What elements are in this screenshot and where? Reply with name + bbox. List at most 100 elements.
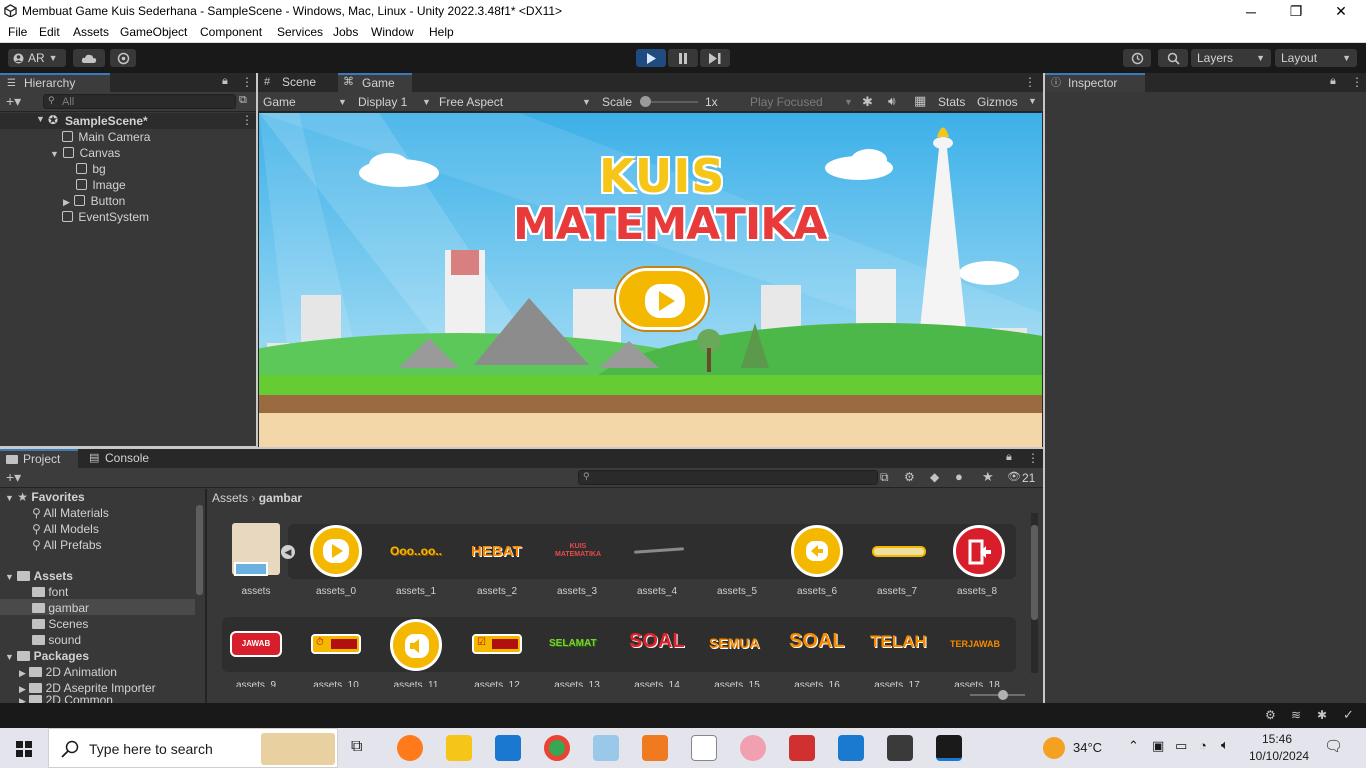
document-icon[interactable] — [691, 735, 717, 761]
collapse-sprites-button[interactable]: ◀ — [281, 545, 295, 559]
app-icon[interactable] — [789, 735, 815, 761]
asset-label[interactable]: assets_8 — [942, 586, 1012, 597]
cache-icon[interactable]: ≋ — [1291, 708, 1301, 722]
app-icon[interactable] — [740, 735, 766, 761]
meet-icon[interactable]: ▣ — [1152, 738, 1164, 754]
more-options-icon[interactable]: ⋮ — [1024, 75, 1036, 89]
more-options-icon[interactable]: ⋮ — [1351, 75, 1363, 89]
add-icon[interactable]: +▾ — [6, 469, 21, 486]
asset-label[interactable]: assets_13 — [542, 680, 612, 687]
chevron-up-icon[interactable]: ⌃ — [1128, 738, 1139, 754]
aspect-dropdown[interactable]: Free Aspect ▼ — [434, 94, 594, 110]
battery-icon[interactable]: ▭ — [1175, 738, 1187, 754]
asset-sound-button-sprite[interactable] — [390, 619, 442, 671]
menu-file[interactable]: File — [8, 25, 27, 39]
play-focused-dropdown[interactable]: Play Focused ▼ — [746, 94, 856, 110]
more-options-icon[interactable]: ⋮ — [241, 75, 253, 89]
menu-jobs[interactable]: Jobs — [333, 25, 358, 39]
layers-dropdown[interactable]: Layers ▼ — [1191, 49, 1271, 67]
mail-icon[interactable] — [495, 735, 521, 761]
asset-label[interactable]: assets_3 — [542, 586, 612, 597]
gizmos-button[interactable]: Gizmos — [977, 95, 1018, 109]
expand-arrow-icon[interactable]: ▶ — [19, 696, 26, 703]
folder-tree-scrollbar[interactable] — [196, 505, 203, 595]
pause-button[interactable] — [668, 49, 698, 67]
minimize-button[interactable]: ─ — [1228, 0, 1274, 23]
asset-label[interactable]: assets_10 — [301, 680, 371, 687]
folder-font[interactable]: font — [32, 585, 68, 599]
bug-icon[interactable]: ✱ — [862, 94, 873, 110]
layout-dropdown[interactable]: Layout ▼ — [1275, 49, 1357, 67]
asset-label[interactable]: assets — [221, 586, 291, 597]
asset-grid-scrollbar[interactable] — [1031, 525, 1038, 620]
asset-label[interactable]: assets_5 — [702, 586, 772, 597]
folder-sound[interactable]: sound — [32, 633, 81, 647]
thumbnail-size-slider-handle[interactable] — [998, 690, 1008, 700]
add-icon[interactable]: +▾ — [6, 93, 21, 110]
filter-type-icon[interactable]: ⚙ — [904, 470, 915, 484]
expand-arrow-icon[interactable]: ▶ — [63, 197, 70, 207]
menu-gameobject[interactable]: GameObject — [120, 25, 187, 39]
tab-hierarchy[interactable]: ☰ Hierarchy — [0, 73, 110, 92]
volume-icon[interactable]: 🔈︎ — [1221, 737, 1229, 753]
unity-hub-icon[interactable] — [887, 735, 913, 761]
package-2d-animation[interactable]: ▶ 2D Animation — [19, 665, 117, 679]
lock-icon[interactable]: 🔒︎ — [1330, 75, 1336, 88]
maximize-button[interactable]: ❐ — [1273, 0, 1319, 23]
hierarchy-item-main-camera[interactable]: Main Camera — [62, 130, 150, 144]
menu-services[interactable]: Services — [277, 25, 323, 39]
favorite-all-models[interactable]: ⚲ All Models — [32, 522, 99, 536]
asset-label[interactable]: assets_0 — [301, 586, 371, 597]
expand-arrow-icon[interactable]: ▶ — [19, 668, 26, 678]
stats-button[interactable]: Stats — [938, 95, 965, 109]
weather-temperature[interactable]: 34°C — [1073, 740, 1102, 755]
firefox-icon[interactable] — [397, 735, 423, 761]
check-icon[interactable]: ✓ — [1343, 707, 1354, 723]
scene-filter-icon[interactable]: ⧉ — [239, 94, 247, 107]
favorite-all-prefabs[interactable]: ⚲ All Prefabs — [32, 538, 102, 552]
asset-label[interactable]: assets_17 — [862, 680, 932, 687]
warning-icon[interactable]: ● — [955, 469, 963, 484]
asset-back-button-sprite[interactable] — [791, 525, 843, 577]
tab-game[interactable]: ⌘ Game — [338, 73, 412, 92]
undo-history-button[interactable] — [1123, 49, 1151, 67]
cloud-button[interactable] — [73, 49, 105, 67]
asset-label[interactable]: assets_11 — [381, 680, 451, 687]
asset-label[interactable]: assets_4 — [622, 586, 692, 597]
game-play-button[interactable] — [616, 268, 708, 330]
tab-project[interactable]: Project — [0, 449, 78, 468]
asset-thumbnail-sheet[interactable] — [226, 520, 284, 582]
project-search-input[interactable]: ⚲ — [578, 470, 878, 485]
expand-arrow-icon[interactable]: ▼ — [5, 572, 14, 582]
asset-label[interactable]: assets_6 — [782, 586, 852, 597]
asset-label[interactable]: assets_7 — [862, 586, 932, 597]
scene-header-row[interactable]: ▼ ✪ SampleScene* ⋮ — [0, 113, 256, 129]
unity-editor-icon[interactable] — [936, 735, 962, 761]
debug-icon[interactable]: ✱ — [1317, 708, 1327, 722]
file-explorer-icon[interactable] — [446, 735, 472, 761]
hierarchy-item-canvas[interactable]: ▼ Canvas — [50, 146, 120, 160]
chrome-icon[interactable] — [544, 735, 570, 761]
asset-label[interactable]: assets_9 — [221, 680, 291, 687]
folder-gambar[interactable]: gambar — [32, 601, 89, 615]
game-mode-dropdown[interactable]: Game ▼ — [260, 94, 347, 110]
asset-score-bar-sprite[interactable]: ☑ — [472, 634, 522, 654]
menu-window[interactable]: Window — [371, 25, 414, 39]
account-dropdown[interactable]: AR ▼ — [8, 49, 66, 67]
search-button[interactable] — [1158, 49, 1188, 67]
hierarchy-search-input[interactable]: ⚲ All — [43, 94, 236, 109]
folder-scenes[interactable]: Scenes — [32, 617, 88, 631]
more-options-icon[interactable]: ⋮ — [1027, 451, 1039, 465]
folder-gambar-selected[interactable] — [0, 599, 195, 615]
expand-arrow-icon[interactable]: ▼ — [36, 114, 45, 124]
breadcrumb-gambar[interactable]: gambar — [259, 491, 302, 505]
asset-play-button-sprite[interactable] — [310, 525, 362, 577]
breadcrumb-assets[interactable]: Assets — [212, 491, 248, 505]
xampp-icon[interactable] — [642, 735, 668, 761]
hierarchy-item-eventsystem[interactable]: EventSystem — [62, 210, 149, 224]
asset-label[interactable]: assets_2 — [462, 586, 532, 597]
grid-toggle-icon[interactable]: ▦ — [914, 93, 926, 109]
hierarchy-item-image[interactable]: Image — [76, 178, 126, 192]
wifi-icon[interactable]: ◔ — [1199, 738, 1207, 753]
asset-label[interactable]: assets_1 — [381, 586, 451, 597]
